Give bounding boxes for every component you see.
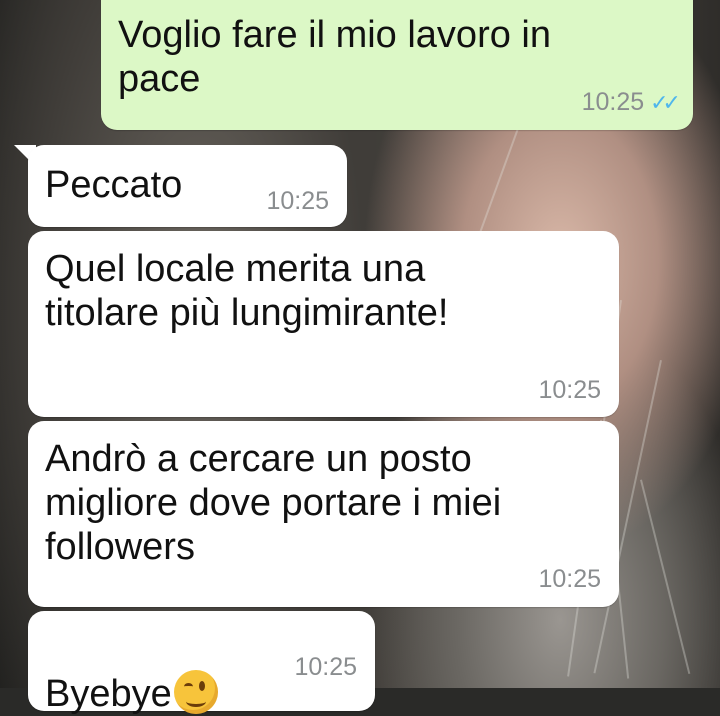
message-bubble-incoming[interactable]: Andrò a cercare un posto migliore dove p… [28, 421, 619, 607]
message-text: Voglio fare il mio lavoro in pace [118, 14, 551, 100]
message-bubble-incoming[interactable]: Peccato 10:25 [28, 145, 347, 227]
message-time: 10:25 ✓✓ [581, 88, 681, 117]
message-timestamp: 10:25 [266, 187, 329, 215]
message-text: Quel locale merita una titolare più lung… [45, 248, 449, 334]
message-bubble-outgoing[interactable]: Voglio fare il mio lavoro in pace 10:25 ✓… [101, 0, 693, 130]
message-bubble-incoming[interactable]: Quel locale merita una titolare più lung… [28, 231, 619, 417]
message-bubble-incoming[interactable]: Byebye 10:25 [28, 611, 375, 715]
message-timestamp: 10:25 [294, 653, 357, 681]
message-text: Peccato [45, 164, 183, 206]
double-check-icon: ✓✓ [650, 90, 681, 115]
message-timestamp: 10:25 [581, 88, 645, 116]
message-text: Byebye [45, 626, 218, 716]
winking-face-icon [173, 670, 218, 714]
message-timestamp: 10:25 [538, 376, 601, 404]
message-text: Andrò a cercare un posto migliore dove p… [45, 438, 502, 568]
message-timestamp: 10:25 [538, 565, 601, 593]
message-text-content: Byebye [45, 673, 172, 715]
